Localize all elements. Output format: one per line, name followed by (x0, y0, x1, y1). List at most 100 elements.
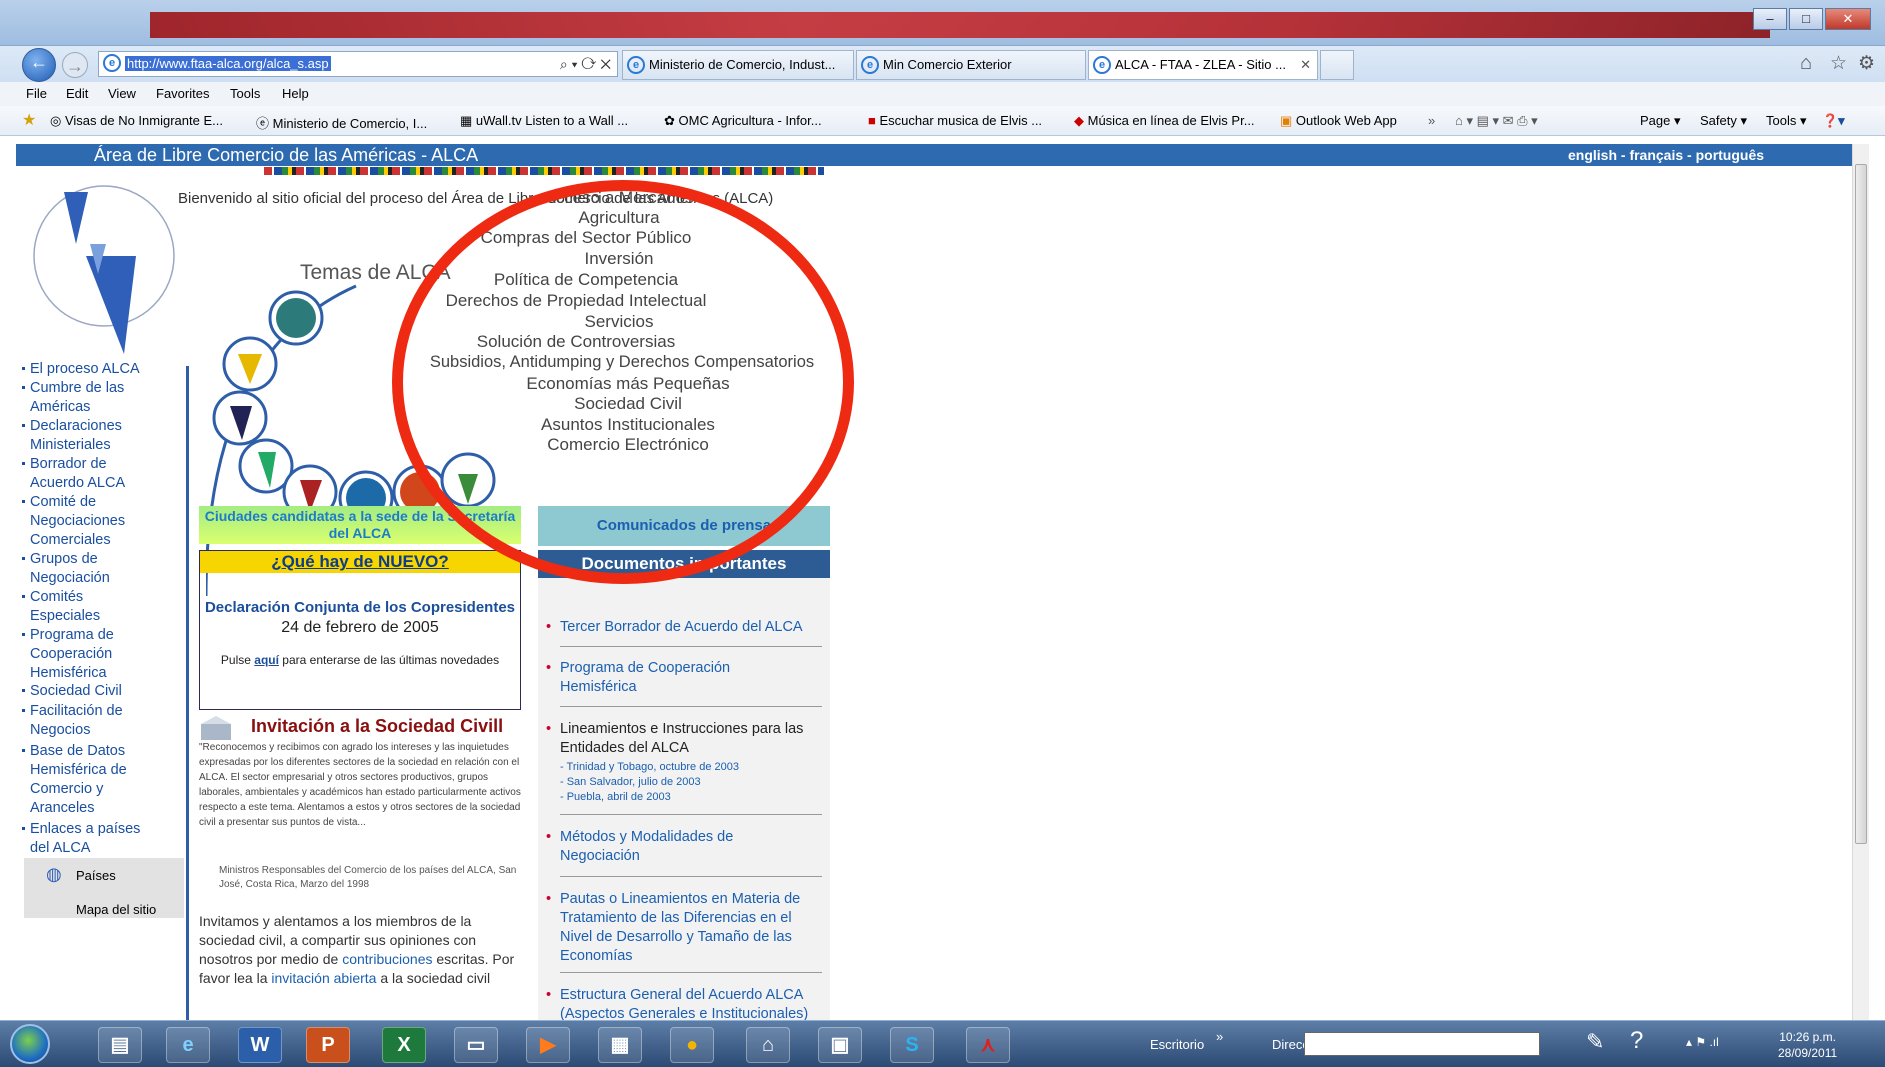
close-button[interactable]: ✕ (1825, 8, 1871, 30)
toolbar-overflow-icon[interactable]: » (1216, 1029, 1223, 1044)
fav-ministerio[interactable]: ⓔ Ministerio de Comercio, I... (256, 113, 427, 132)
titlebar-tint (150, 12, 1770, 38)
forward-button[interactable]: → (62, 52, 88, 78)
tab-min-comercio[interactable]: e Min Comercio Exterior (856, 50, 1086, 80)
address-bar[interactable]: e http://www.ftaa-alca.org/alca_s.asp ⌕ … (98, 51, 618, 77)
safety-menu[interactable]: Safety ▾ (1700, 113, 1747, 129)
powerpoint-icon[interactable]: P (306, 1027, 350, 1063)
doc-lineamientos[interactable]: Lineamientos e Instrucciones para las En… (546, 720, 822, 758)
menu-help[interactable]: Help (282, 86, 309, 101)
nav-cumbre[interactable]: Cumbre de las Américas (22, 379, 150, 417)
maximize-button[interactable]: □ (1789, 8, 1823, 30)
outlook-icon: ▣ (1280, 113, 1293, 128)
nav-divider (186, 366, 189, 1020)
menu-view[interactable]: View (108, 86, 136, 101)
ie-taskbar-icon[interactable]: e (166, 1027, 210, 1063)
direccion-input[interactable] (1304, 1032, 1540, 1056)
fav-visas[interactable]: ◎ Visas de No Inmigrante E... (50, 113, 223, 129)
fav-outlook[interactable]: ▣ Outlook Web App (1280, 113, 1397, 129)
help-tray-icon[interactable]: ? (1630, 1027, 1643, 1055)
language-links[interactable]: english - français - português (1568, 147, 1764, 163)
menu-tools[interactable]: Tools (230, 86, 260, 101)
address-actions-icon[interactable]: ⌕ ▾ ⟳ ✕ (560, 52, 611, 76)
tab-ministerio[interactable]: e Ministerio de Comercio, Indust... (622, 50, 854, 80)
doc-divider (560, 814, 822, 815)
explorer-icon[interactable]: ▤ (98, 1027, 142, 1063)
doc-sub-salvador[interactable]: - San Salvador, julio de 2003 (560, 775, 701, 790)
paises-link[interactable]: Países (76, 868, 116, 883)
menu-edit[interactable]: Edit (66, 86, 88, 101)
nav-comite[interactable]: Comité de Negociaciones Comerciales (22, 493, 150, 550)
doc-metodos[interactable]: Métodos y Modalidades de Negociación (546, 828, 770, 866)
nav-enlaces[interactable]: Enlaces a países del ALCA (22, 820, 150, 858)
tab-alca[interactable]: e ALCA - FTAA - ZLEA - Sitio ... ✕ (1088, 50, 1318, 80)
nav-programa[interactable]: Programa de Cooperación Hemisférica (22, 626, 150, 683)
help-icon[interactable]: ❓▾ (1822, 113, 1845, 129)
folder-icon[interactable]: ▭ (454, 1027, 498, 1063)
news-date: 24 de febrero de 2005 (281, 619, 439, 636)
close-tab-icon[interactable]: ✕ (1300, 51, 1311, 79)
fav-label: Outlook Web App (1295, 113, 1397, 128)
page-menu[interactable]: Page ▾ (1640, 113, 1681, 129)
favbar-overflow-icon[interactable]: » (1428, 113, 1435, 128)
nav-facilitacion[interactable]: Facilitación de Negocios (22, 702, 150, 740)
doc-estructura[interactable]: Estructura General del Acuerdo ALCA (Asp… (546, 986, 822, 1020)
monitor-icon[interactable]: ▣ (818, 1027, 862, 1063)
home-icon[interactable]: ⌂ (1800, 52, 1812, 75)
chrome-icon[interactable]: ● (670, 1027, 714, 1063)
fav-label: Visas de No Inmigrante E... (64, 113, 223, 128)
excel-icon[interactable]: X (382, 1027, 426, 1063)
fav-elvis-1[interactable]: ■ Escuchar musica de Elvis ... (868, 113, 1042, 128)
pdf-icon[interactable]: ⋏ (966, 1027, 1010, 1063)
navigation-row: ← → e http://www.ftaa-alca.org/alca_s.as… (0, 46, 1885, 82)
menu-favorites[interactable]: Favorites (156, 86, 209, 101)
minimize-button[interactable]: – (1753, 8, 1787, 30)
start-button[interactable] (10, 1024, 50, 1064)
page-scrollbar[interactable] (1852, 144, 1869, 1020)
doc-programa[interactable]: Programa de Cooperación Hemisférica (546, 659, 760, 697)
new-tab-button[interactable] (1320, 50, 1354, 80)
commandbar-icons[interactable]: ⌂ ▾ ▤ ▾ ✉ ⎙ ▾ (1455, 113, 1538, 129)
nav-borrador[interactable]: Borrador de Acuerdo ALCA (22, 455, 150, 493)
invitacion-abierta-link[interactable]: invitación abierta (271, 970, 376, 986)
nav-grupos[interactable]: Grupos de Negociación (22, 550, 150, 588)
doc-sub-trinidad[interactable]: - Trinidad y Tobago, octubre de 2003 (560, 760, 739, 775)
nav-sociedad[interactable]: Sociedad Civil (22, 682, 150, 701)
skype-icon[interactable]: S (890, 1027, 934, 1063)
contribuciones-link[interactable]: contribuciones (342, 951, 432, 967)
news-aqui-link[interactable]: aquí (254, 653, 279, 667)
tools-menu[interactable]: Tools ▾ (1766, 113, 1807, 129)
clock[interactable]: 10:26 p.m. 28/09/2011 (1778, 1029, 1837, 1061)
gear-icon[interactable]: ⚙ (1858, 52, 1875, 75)
fav-label: OMC Agricultura - Infor... (678, 113, 822, 128)
word-icon[interactable]: W (238, 1027, 282, 1063)
favorites-add-icon[interactable]: ★ (22, 110, 36, 130)
doc-pautas[interactable]: Pautas o Lineamientos en Materia de Trat… (546, 890, 822, 966)
tray-icons[interactable]: ▴ ⚑ .ıl (1686, 1035, 1719, 1049)
doc-divider (560, 876, 822, 877)
nav-comites[interactable]: Comités Especiales (22, 588, 150, 626)
scrollbar-thumb[interactable] (1855, 164, 1867, 844)
nav-el-proceso[interactable]: El proceso ALCA (22, 360, 150, 379)
fav-omc[interactable]: ✿ OMC Agricultura - Infor... (664, 113, 822, 129)
news-title[interactable]: ¿Qué hay de NUEVO? (200, 551, 520, 573)
clock-time: 10:26 p.m. (1779, 1030, 1836, 1044)
fav-elvis-2[interactable]: ◆ Música en línea de Elvis Pr... (1074, 113, 1255, 129)
back-button[interactable]: ← (22, 48, 56, 82)
favorites-bar: ★ ◎ Visas de No Inmigrante E... ⓔ Minist… (0, 106, 1885, 136)
nav-base-datos[interactable]: Base de Datos Hemisférica de Comercio y … (22, 742, 150, 818)
fav-label: Música en línea de Elvis Pr... (1087, 113, 1255, 128)
doc-tercer-borrador[interactable]: Tercer Borrador de Acuerdo del ALCA (546, 618, 822, 637)
fav-uwall[interactable]: ▦ uWall.tv Listen to a Wall ... (460, 113, 628, 129)
pen-icon[interactable]: ✎ (1586, 1029, 1604, 1055)
media-icon[interactable]: ▶ (526, 1027, 570, 1063)
mapa-link[interactable]: Mapa del sitio (76, 902, 156, 917)
doc-sub-puebla[interactable]: - Puebla, abril de 2003 (560, 790, 671, 805)
calculator-icon[interactable]: ▦ (598, 1027, 642, 1063)
favorites-star-icon[interactable]: ☆ (1830, 52, 1847, 75)
home-app-icon[interactable]: ⌂ (746, 1027, 790, 1063)
escritorio-label[interactable]: Escritorio (1150, 1037, 1204, 1052)
nav-declaraciones[interactable]: Declaraciones Ministeriales (22, 417, 150, 455)
sidenav-tools: ◍ Países Mapa del sitio (24, 858, 184, 918)
menu-file[interactable]: File (26, 86, 47, 101)
